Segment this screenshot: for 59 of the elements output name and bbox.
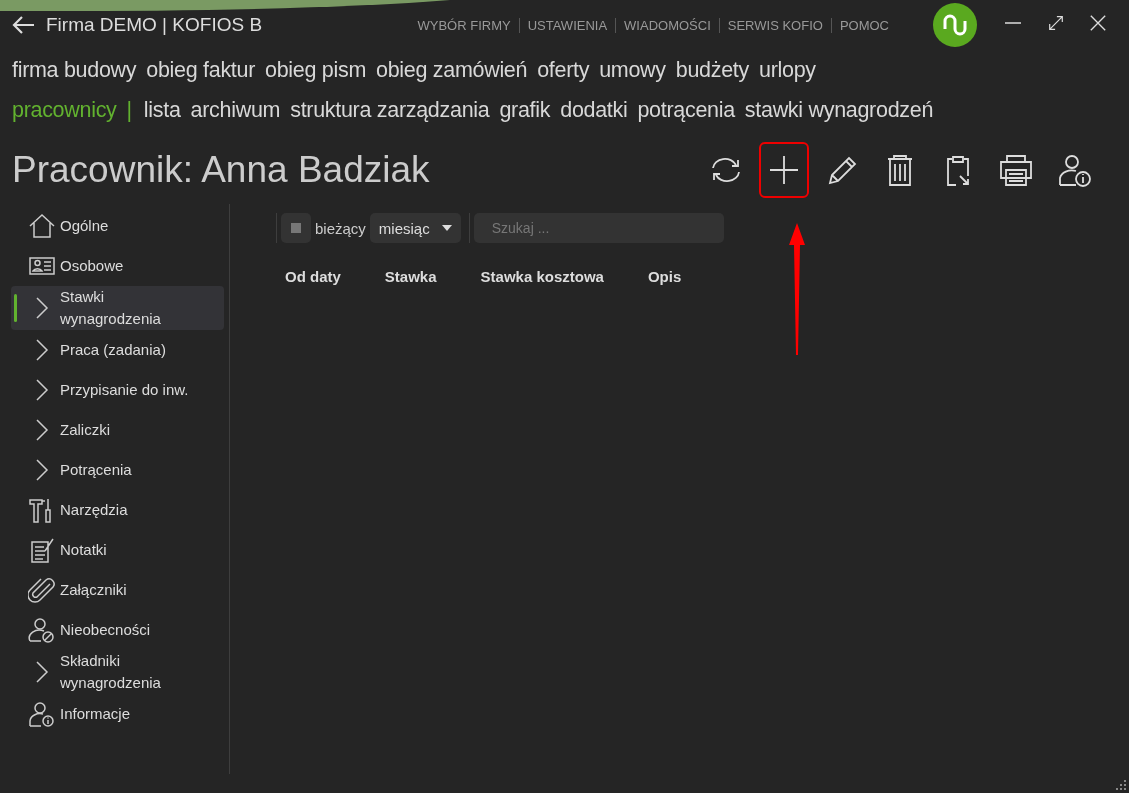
note-icon [28,536,56,564]
sidebar-item[interactable]: Składniki wynagrodzenia [11,650,224,694]
menu-item[interactable]: struktura zarządzania [290,97,490,123]
section-separator: | [126,97,132,123]
sidebar-item[interactable]: Narzędzia [11,490,224,530]
person-info-icon [1056,152,1092,188]
person-info-icon [28,700,56,728]
section-label: pracownicy [12,97,117,123]
sidebar-item[interactable]: Praca (zadania) [11,330,224,370]
sidebar-item[interactable]: Osobowe [11,246,224,286]
window-title: Firma DEMO | KOFIOS B [46,14,263,36]
menu-item[interactable]: dodatki [560,97,628,123]
period-dropdown[interactable]: miesiąc [369,213,461,243]
resize-grip-icon[interactable] [1115,779,1127,791]
sidebar-item[interactable]: Informacje [11,694,224,734]
top-link[interactable]: WYBÓR FIRMY [409,17,519,33]
column-header[interactable]: Opis [647,268,682,285]
menu-item[interactable]: firma budowy [12,57,137,83]
sidebar-item[interactable]: Notatki [11,530,224,570]
search-field[interactable]: Szukaj ... [473,213,724,243]
sidebar-item[interactable]: Stawki wynagrodzenia [11,286,224,330]
sidebar-item[interactable]: Ogólne [11,206,224,246]
menu-item[interactable]: lista [143,97,181,123]
sidebar-item[interactable]: Przypisanie do inw. [11,370,224,410]
column-header[interactable]: Stawka [384,268,437,285]
menu-item[interactable]: urlopy [759,57,816,83]
column-header[interactable]: Od daty [285,268,341,285]
column-header[interactable]: Stawka kosztowa [480,268,604,285]
sidebar-item[interactable]: Potrącenia [11,450,224,490]
maximize-icon[interactable] [1047,14,1065,32]
menu-item[interactable]: obieg pism [265,57,366,83]
top-link[interactable]: WIADOMOŚCI [615,17,719,33]
logo-icon[interactable] [933,3,977,47]
printer-icon [998,152,1034,188]
menu-item[interactable]: umowy [599,57,666,83]
caret-icon [441,225,452,231]
sidebar-item[interactable]: Nieobecności [11,610,224,650]
menu-item[interactable]: stawki wynagrodzeń [744,97,934,123]
top-link[interactable]: USTAWIENIA [518,17,616,33]
checkbox[interactable] [281,213,311,243]
checkbox-label: bieżący [315,219,366,237]
paperclip-icon [28,576,56,604]
menu-item[interactable]: oferty [537,57,590,83]
menu-item[interactable]: obieg zamówień [376,57,528,83]
add-button[interactable] [759,142,809,198]
sidebar-item[interactable]: Załączniki [11,570,224,610]
home-icon [28,212,56,240]
menu-item[interactable]: potrącenia [637,97,735,123]
top-link[interactable]: POMOC [830,17,897,33]
menu-item[interactable]: grafik [499,97,551,123]
top-link[interactable]: SERWIS KOFIO [718,17,831,33]
close-icon[interactable] [1089,14,1107,32]
sidebar-item[interactable]: Zaliczki [11,410,224,450]
page-title: Pracownik: Anna Badziak [12,149,430,191]
menu-item[interactable]: archiwum [190,97,281,123]
menu-item[interactable]: budżety [675,57,749,83]
person-blocked-icon [28,616,56,644]
back-arrow-icon[interactable] [12,15,36,35]
menu-item[interactable]: obieg faktur [146,57,256,83]
